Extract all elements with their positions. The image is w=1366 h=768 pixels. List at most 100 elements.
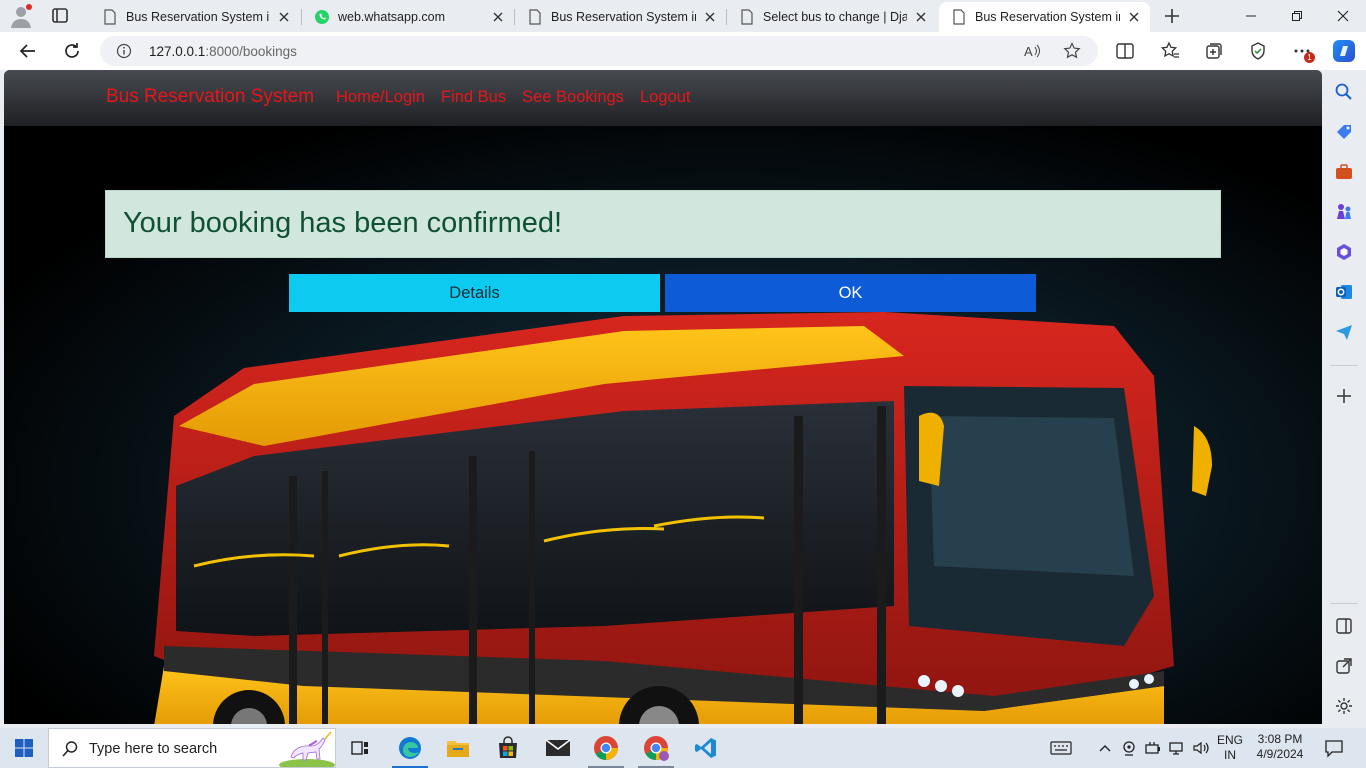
- notification-center-icon[interactable]: [1324, 738, 1344, 758]
- collections-icon[interactable]: [1204, 41, 1224, 61]
- taskbar-chrome-profile[interactable]: [632, 728, 680, 768]
- url-path: :8000/bookings: [205, 44, 297, 59]
- shopping-tag-icon[interactable]: [1334, 122, 1354, 142]
- alert-message: Your booking has been confirmed!: [123, 207, 563, 239]
- restore-button[interactable]: [1274, 0, 1320, 32]
- add-icon[interactable]: [1334, 386, 1354, 406]
- site-brand[interactable]: Bus Reservation System: [106, 86, 314, 108]
- clock[interactable]: 3:08 PM 4/9/2024: [1250, 732, 1310, 762]
- info-icon[interactable]: [116, 43, 132, 59]
- taskbar-microsoft-store[interactable]: [484, 728, 532, 768]
- browser-tab-active[interactable]: Bus Reservation System in D: [939, 2, 1150, 32]
- browser-tab[interactable]: Bus Reservation System in D: [515, 2, 726, 32]
- browser-essentials-icon[interactable]: [1248, 41, 1268, 61]
- svg-text:A: A: [1024, 44, 1033, 59]
- tab-title: Bus Reservation System in D: [975, 10, 1120, 24]
- open-external-icon[interactable]: [1334, 656, 1354, 676]
- site-navbar: Bus Reservation System Home/Login Find B…: [4, 70, 1322, 126]
- copilot-icon[interactable]: [1332, 39, 1356, 63]
- close-icon[interactable]: [702, 9, 718, 25]
- taskbar-chrome[interactable]: [582, 728, 630, 768]
- browser-tab[interactable]: Select bus to change | Djang: [727, 2, 937, 32]
- browser-tab[interactable]: Bus Reservation System in D: [90, 2, 300, 32]
- close-icon[interactable]: [276, 9, 292, 25]
- close-window-button[interactable]: [1320, 0, 1366, 32]
- minimize-icon: [1246, 15, 1256, 17]
- url-host: 127.0.0.1: [149, 44, 206, 59]
- windows-taskbar: Type here to search ENG IN 3:08 PM 4/9/2…: [0, 728, 1366, 768]
- close-icon[interactable]: [490, 9, 506, 25]
- nav-link-find-bus[interactable]: Find Bus: [441, 88, 506, 107]
- webcam-icon[interactable]: [1120, 739, 1138, 757]
- keyboard-icon[interactable]: [1050, 739, 1072, 757]
- folder-icon: [447, 741, 469, 757]
- task-view-icon: [351, 741, 368, 755]
- settings-gear-icon[interactable]: [1334, 696, 1354, 716]
- nav-link-home-login[interactable]: Home/Login: [336, 88, 425, 107]
- store-bag-icon: [499, 736, 517, 758]
- tab-title: Bus Reservation System in D: [126, 10, 270, 24]
- network-icon[interactable]: [1168, 739, 1186, 757]
- windows-start-icon[interactable]: [14, 738, 34, 758]
- page-icon: [104, 9, 116, 25]
- chrome-icon: [594, 736, 618, 760]
- mail-envelope-icon: [545, 739, 571, 756]
- nav-link-see-bookings[interactable]: See Bookings: [522, 88, 624, 107]
- notification-badge: 1: [1304, 52, 1315, 63]
- tab-actions-icon[interactable]: [47, 5, 73, 27]
- close-icon[interactable]: [1126, 9, 1142, 25]
- task-view-button[interactable]: [336, 728, 384, 768]
- clock-time: 3:08 PM: [1257, 732, 1303, 746]
- send-telegram-icon[interactable]: [1334, 322, 1354, 342]
- ok-button[interactable]: OK: [665, 274, 1036, 312]
- region-code: IN: [1224, 748, 1236, 762]
- taskbar-edge[interactable]: [386, 728, 434, 768]
- read-aloud-icon[interactable]: A: [1023, 42, 1041, 60]
- favorite-star-icon[interactable]: [1063, 42, 1081, 60]
- page-icon: [953, 9, 965, 25]
- tools-briefcase-icon[interactable]: [1334, 162, 1354, 182]
- search-icon[interactable]: [1334, 82, 1354, 102]
- browser-tab[interactable]: web.whatsapp.com: [302, 2, 514, 32]
- sidebar-divider: [1330, 365, 1358, 366]
- refresh-icon[interactable]: [61, 40, 83, 62]
- outlook-icon[interactable]: [1334, 282, 1354, 302]
- search-icon: [62, 741, 78, 757]
- page-icon: [529, 9, 541, 25]
- favorites-icon[interactable]: [1160, 41, 1180, 61]
- settings-more-button[interactable]: 1: [1292, 41, 1315, 63]
- hide-sidebar-icon[interactable]: [1334, 616, 1354, 636]
- details-button[interactable]: Details: [289, 274, 660, 312]
- url-text[interactable]: 127.0.0.1:8000/bookings: [149, 44, 297, 59]
- profile-avatar-icon[interactable]: [9, 4, 33, 28]
- language-indicator[interactable]: ENG IN: [1212, 733, 1248, 763]
- close-icon[interactable]: [913, 9, 929, 25]
- taskbar-search-box[interactable]: Type here to search: [48, 728, 336, 768]
- hero-background: Your booking has been confirmed!: [4, 126, 1322, 724]
- taskbar-file-explorer[interactable]: [434, 728, 482, 768]
- volume-icon[interactable]: [1192, 739, 1210, 757]
- edge-sidebar: [1322, 70, 1366, 726]
- new-tab-icon[interactable]: [1160, 4, 1184, 28]
- unicorn-search-highlight-icon: [279, 731, 335, 767]
- site-nav-links: Home/Login Find Bus See Bookings Logout: [336, 88, 690, 107]
- split-screen-icon[interactable]: [1115, 41, 1135, 61]
- taskbar-mail[interactable]: [534, 728, 582, 768]
- whatsapp-icon: [315, 10, 329, 24]
- nav-link-logout[interactable]: Logout: [640, 88, 690, 107]
- back-arrow-icon[interactable]: [17, 40, 39, 62]
- games-chess-icon[interactable]: [1334, 202, 1354, 222]
- restore-icon: [1292, 11, 1302, 21]
- tab-title: web.whatsapp.com: [338, 10, 446, 24]
- chrome-profile-icon: [644, 736, 669, 761]
- address-bar[interactable]: 127.0.0.1:8000/bookings A: [100, 36, 1098, 66]
- power-plug-icon[interactable]: [1144, 739, 1162, 757]
- clock-date: 4/9/2024: [1256, 747, 1304, 761]
- tab-title: Bus Reservation System in D: [551, 10, 696, 24]
- page-icon: [741, 9, 753, 25]
- booking-confirmed-alert: Your booking has been confirmed!: [105, 190, 1221, 258]
- minimize-button[interactable]: [1228, 0, 1274, 32]
- microsoft-365-icon[interactable]: [1334, 242, 1354, 262]
- chevron-up-icon[interactable]: [1096, 739, 1114, 757]
- taskbar-vscode[interactable]: [682, 728, 730, 768]
